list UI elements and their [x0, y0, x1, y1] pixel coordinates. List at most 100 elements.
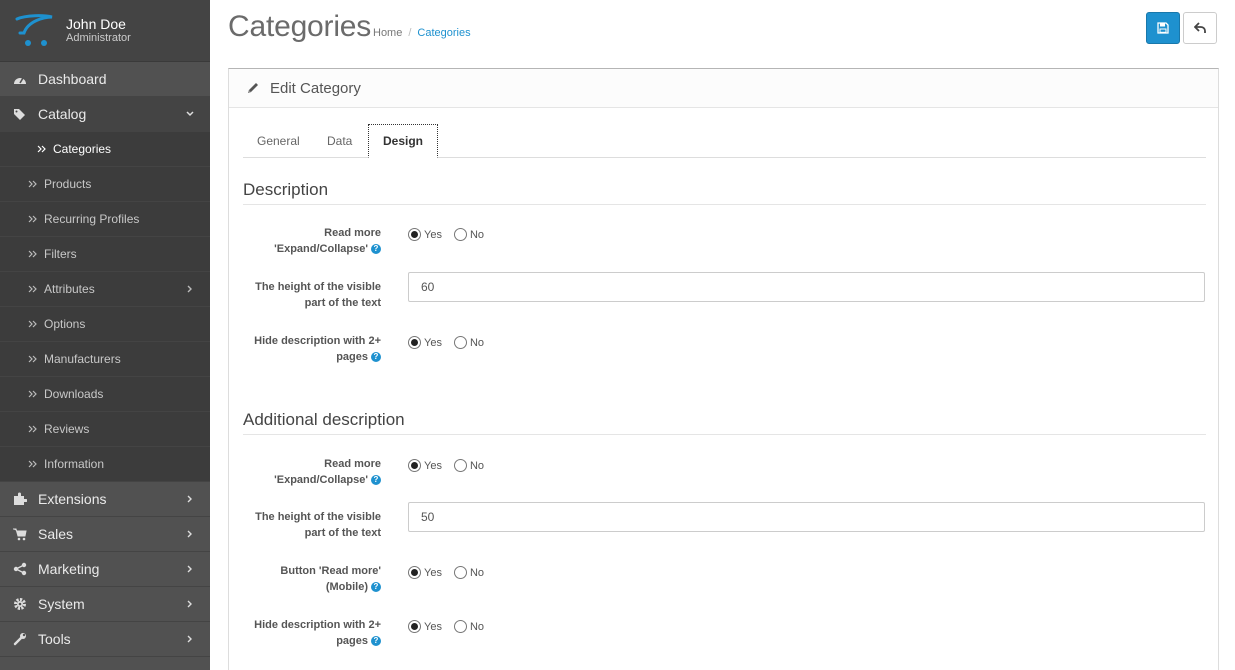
sidebar-item-categories[interactable]: Categories: [0, 132, 210, 167]
desc-read-more-label-line2: 'Expand/Collapse': [274, 243, 368, 255]
tab-general[interactable]: General: [243, 124, 314, 158]
breadcrumb-categories[interactable]: Categories: [417, 27, 470, 39]
sidebar-item-products[interactable]: Products: [0, 167, 210, 202]
double-chevron-right-icon: [28, 320, 37, 328]
add-read-more-no[interactable]: No: [453, 459, 485, 472]
sidebar-item-options[interactable]: Options: [0, 307, 210, 342]
desc-read-more-label: Read more 'Expand/Collapse'?: [241, 225, 381, 257]
nav-marketing[interactable]: Marketing: [0, 552, 210, 587]
help-icon[interactable]: ?: [371, 244, 381, 255]
add-mobile-yes[interactable]: Yes: [408, 566, 442, 579]
sidebar-item-label: Products: [44, 177, 92, 191]
sidebar-item-information[interactable]: Information: [0, 447, 210, 482]
radio-checked-icon[interactable]: [408, 228, 421, 241]
add-mobile-no[interactable]: No: [453, 566, 485, 579]
double-chevron-right-icon: [28, 285, 37, 293]
add-read-more-yes[interactable]: Yes: [408, 459, 442, 472]
chevron-down-icon: [186, 111, 194, 117]
radio-unchecked-icon[interactable]: [453, 459, 467, 472]
chevron-right-icon: [187, 495, 192, 503]
sidebar-item-manufacturers[interactable]: Manufacturers: [0, 342, 210, 377]
profile[interactable]: John Doe Administrator: [0, 0, 210, 62]
help-icon[interactable]: ?: [371, 582, 381, 593]
add-hide-yes[interactable]: Yes: [408, 620, 442, 633]
nav-extensions[interactable]: Extensions: [0, 482, 210, 517]
double-chevron-right-icon: [28, 460, 37, 468]
radio-checked-icon[interactable]: [408, 459, 421, 472]
desc-hide-no[interactable]: No: [453, 336, 484, 349]
nav-tools[interactable]: Tools: [0, 622, 210, 657]
desc-read-more-label-line1: Read more: [324, 227, 381, 239]
nav-dashboard[interactable]: Dashboard: [0, 62, 210, 97]
radio-checked-icon[interactable]: [408, 620, 421, 633]
desc-read-more-radio: Yes No: [408, 228, 496, 241]
nav-marketing-label: Marketing: [38, 561, 100, 577]
desc-height-input[interactable]: 60: [408, 272, 1205, 302]
puzzle-icon: [13, 492, 27, 506]
add-read-more-label-line2: 'Expand/Collapse': [274, 474, 368, 486]
tab-data[interactable]: Data: [313, 124, 366, 158]
radio-yes-label: Yes: [424, 620, 442, 633]
gear-icon: [13, 597, 27, 611]
back-button[interactable]: [1183, 12, 1217, 44]
save-button[interactable]: [1146, 12, 1180, 44]
desc-hide-label-line2: pages: [336, 351, 368, 363]
edit-category-panel: Edit Category General Data Design Descri…: [228, 68, 1219, 670]
radio-unchecked-icon[interactable]: [453, 336, 467, 349]
wrench-icon: [13, 632, 27, 646]
tab-design[interactable]: Design: [368, 124, 439, 158]
desc-read-more-yes[interactable]: Yes: [408, 228, 442, 241]
breadcrumb-separator: /: [408, 27, 412, 39]
add-hide-no[interactable]: No: [453, 620, 484, 633]
desc-hide-yes[interactable]: Yes: [408, 336, 442, 349]
double-chevron-right-icon: [28, 355, 37, 363]
share-icon: [13, 562, 27, 576]
double-chevron-right-icon: [37, 145, 46, 153]
radio-no-label: No: [469, 228, 485, 241]
nav-catalog-label: Catalog: [38, 106, 87, 122]
add-height-label-line2: part of the text: [304, 527, 381, 539]
radio-checked-icon[interactable]: [408, 336, 421, 349]
sidebar: John Doe Administrator Dashboard Catalog…: [0, 0, 210, 670]
save-icon: [1157, 22, 1169, 34]
sidebar-item-label: Manufacturers: [44, 352, 121, 366]
add-height-label-line1: The height of the visible: [255, 511, 381, 523]
desc-read-more-no[interactable]: No: [453, 228, 485, 241]
chevron-right-icon: [187, 565, 192, 573]
double-chevron-right-icon: [28, 425, 37, 433]
radio-yes-label: Yes: [424, 336, 442, 349]
desc-hide-label-line1: Hide description with 2+: [254, 335, 381, 347]
add-read-more-label-line1: Read more: [324, 458, 381, 470]
main-content: Categories Home / Categories Edit Catego…: [210, 0, 1235, 670]
page-title: Categories: [228, 10, 372, 43]
sidebar-item-attributes[interactable]: Attributes: [0, 272, 210, 307]
radio-no-label: No: [469, 459, 485, 472]
radio-unchecked-icon[interactable]: [453, 566, 467, 579]
radio-no-label: No: [469, 566, 485, 579]
sidebar-item-label: Reviews: [44, 422, 90, 436]
nav-sales[interactable]: Sales: [0, 517, 210, 552]
sidebar-item-filters[interactable]: Filters: [0, 237, 210, 272]
add-height-input[interactable]: 50: [408, 502, 1205, 532]
radio-unchecked-icon[interactable]: [453, 620, 467, 633]
help-icon[interactable]: ?: [371, 475, 381, 486]
chevron-right-icon: [187, 285, 192, 293]
nav-system[interactable]: System: [0, 587, 210, 622]
breadcrumb-home[interactable]: Home: [373, 27, 402, 39]
help-icon[interactable]: ?: [371, 352, 381, 363]
add-read-more-label: Read more 'Expand/Collapse'?: [241, 456, 381, 488]
reply-icon: [1193, 22, 1206, 33]
help-icon[interactable]: ?: [371, 636, 381, 647]
sidebar-item-recurring-profiles[interactable]: Recurring Profiles: [0, 202, 210, 237]
nav-catalog[interactable]: Catalog: [0, 97, 210, 132]
desc-height-label: The height of the visible part of the te…: [241, 279, 381, 311]
double-chevron-right-icon: [28, 390, 37, 398]
radio-checked-icon[interactable]: [408, 566, 421, 579]
desc-hide-radio: Yes No: [408, 336, 496, 349]
nav-extensions-label: Extensions: [38, 491, 107, 507]
radio-unchecked-icon[interactable]: [453, 228, 467, 241]
sidebar-item-downloads[interactable]: Downloads: [0, 377, 210, 412]
sidebar-item-reviews[interactable]: Reviews: [0, 412, 210, 447]
desc-height-label-line2: part of the text: [304, 297, 381, 309]
add-read-more-radio: Yes No: [408, 459, 496, 472]
